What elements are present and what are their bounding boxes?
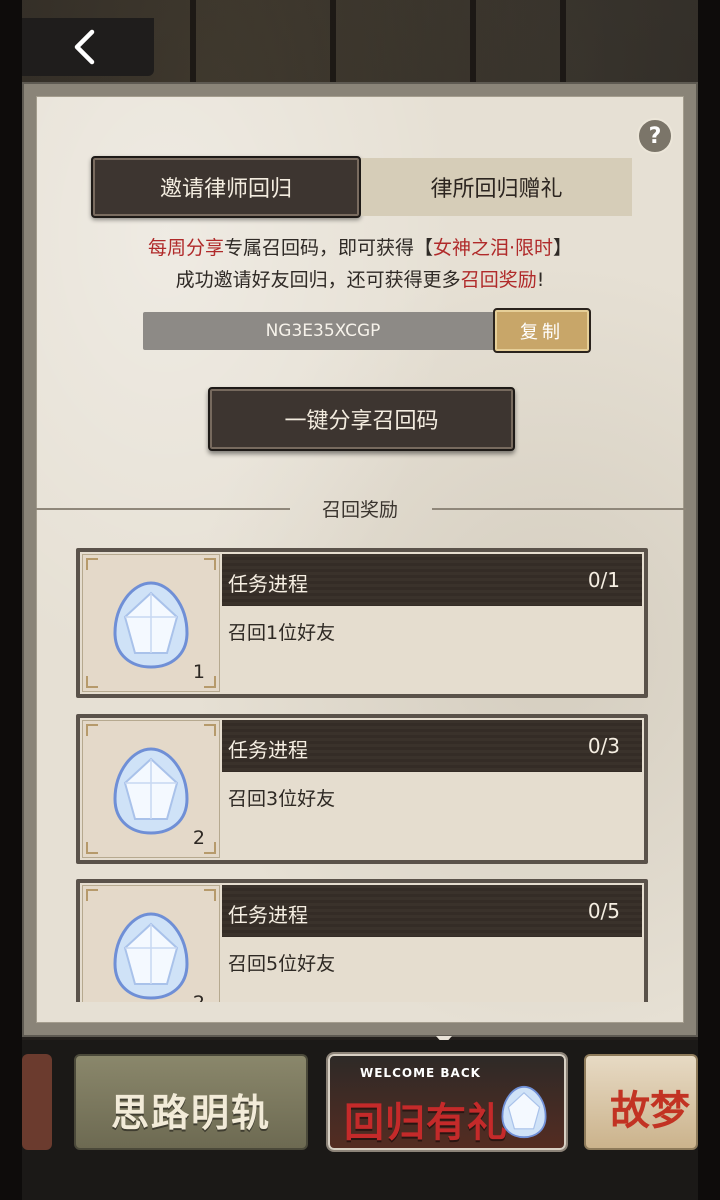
left-edge bbox=[0, 0, 22, 1200]
reward-card-header: 任务进程 0/3 bbox=[222, 720, 642, 772]
reward-card: 1 任务进程 0/1 召回1位好友 bbox=[76, 548, 648, 698]
banner-thoughts[interactable]: 思路明轨 bbox=[74, 1054, 308, 1150]
frame-corner bbox=[204, 889, 216, 901]
reward-card-body: 1 任务进程 0/1 召回1位好友 bbox=[80, 552, 644, 694]
event-carousel: 思路明轨 WELCOME BACK 回归有礼 故梦 bbox=[22, 1040, 698, 1200]
frame-corner bbox=[86, 889, 98, 901]
reward-item-slot[interactable]: 1 bbox=[82, 554, 220, 692]
frame-corner bbox=[86, 724, 98, 736]
reward-card-body: 2 任务进程 0/5 召回5位好友 bbox=[80, 883, 644, 1002]
reward-item-count: 1 bbox=[192, 661, 205, 683]
banner-welcome-back[interactable]: WELCOME BACK 回归有礼 bbox=[328, 1054, 566, 1150]
section-divider-left bbox=[36, 508, 290, 510]
help-button[interactable]: ? bbox=[637, 118, 673, 154]
background-rail bbox=[560, 0, 566, 95]
reward-item-slot[interactable]: 2 bbox=[82, 720, 220, 858]
copy-code-button[interactable]: 复制 bbox=[493, 308, 591, 353]
frame-corner bbox=[86, 676, 98, 688]
reward-card-header: 任务进程 0/1 bbox=[222, 554, 642, 606]
desc-highlight: 每周分享 bbox=[147, 237, 224, 259]
share-code-button[interactable]: 一键分享召回码 bbox=[208, 387, 515, 451]
reward-item-count: 2 bbox=[192, 827, 205, 849]
rewards-section-title: 召回奖励 bbox=[321, 499, 398, 521]
reward-card-header: 任务进程 0/5 bbox=[222, 885, 642, 937]
desc-text: 专属召回码，即可获得 bbox=[223, 237, 414, 259]
background-rail bbox=[470, 0, 476, 95]
back-button[interactable] bbox=[22, 18, 154, 76]
invite-code-field: NG3E35XCGP bbox=[143, 312, 503, 350]
rewards-list[interactable]: 1 任务进程 0/1 召回1位好友 2 任务进程 0/3 召回3位好友 任务进程… bbox=[36, 540, 686, 1002]
description-line-1: 每周分享专属召回码，即可获得【女神之泪·限时】 bbox=[40, 232, 680, 264]
task-description: 召回5位好友 bbox=[228, 953, 336, 975]
tear-gem-icon bbox=[113, 747, 189, 835]
tab-invite-lawyers[interactable]: 邀请律师回归 bbox=[91, 156, 361, 218]
progress-label: 任务进程 bbox=[228, 738, 308, 762]
frame-corner bbox=[86, 842, 98, 854]
progress-label: 任务进程 bbox=[228, 572, 308, 596]
desc-highlight: 召回奖励 bbox=[460, 269, 537, 291]
background-rail bbox=[190, 0, 196, 95]
tab-return-gifts[interactable]: 律所回归赠礼 bbox=[361, 158, 632, 216]
banner-title: 思路明轨 bbox=[110, 1090, 271, 1135]
background-rail bbox=[330, 0, 336, 95]
banner-title: 故梦 bbox=[610, 1087, 690, 1134]
desc-bracket: 】 bbox=[553, 237, 573, 259]
tear-gem-icon bbox=[501, 1085, 547, 1139]
tab-bar: 邀请律师回归 律所回归赠礼 bbox=[91, 156, 632, 218]
reward-card: 2 任务进程 0/3 召回3位好友 bbox=[76, 714, 648, 864]
desc-text: 成功邀请好友回归，还可获得更多 bbox=[175, 269, 461, 291]
frame-corner bbox=[204, 558, 216, 570]
right-edge bbox=[698, 0, 720, 1200]
progress-value: 0/5 bbox=[587, 899, 620, 923]
tear-gem-icon bbox=[113, 581, 189, 669]
section-divider-right bbox=[432, 508, 686, 510]
banner-title: 回归有礼 bbox=[344, 1099, 508, 1146]
invite-description: 每周分享专属召回码，即可获得【女神之泪·限时】 成功邀请好友回归，还可获得更多召… bbox=[40, 232, 680, 296]
frame-corner bbox=[204, 676, 216, 688]
reward-item-slot[interactable]: 2 bbox=[82, 885, 220, 1002]
desc-highlight: 女神之泪·限时 bbox=[432, 237, 554, 259]
frame-corner bbox=[204, 842, 216, 854]
banner-story[interactable]: 故梦 bbox=[584, 1054, 698, 1150]
progress-value: 0/3 bbox=[587, 734, 620, 758]
banner-subtitle: WELCOME BACK bbox=[360, 1066, 481, 1080]
progress-label: 任务进程 bbox=[228, 903, 308, 927]
chevron-left-icon bbox=[74, 29, 95, 65]
banner-partial[interactable] bbox=[22, 1054, 52, 1150]
task-description: 召回3位好友 bbox=[228, 788, 336, 810]
desc-bracket: 【 bbox=[413, 237, 433, 259]
description-line-2: 成功邀请好友回归，还可获得更多召回奖励! bbox=[40, 264, 680, 296]
tear-gem-icon bbox=[113, 912, 189, 1000]
progress-value: 0/1 bbox=[587, 568, 620, 592]
task-description: 召回1位好友 bbox=[228, 622, 336, 644]
frame-corner bbox=[204, 724, 216, 736]
reward-card: 2 任务进程 0/5 召回5位好友 bbox=[76, 879, 648, 1002]
reward-item-count: 2 bbox=[193, 992, 205, 1002]
reward-card-body: 2 任务进程 0/3 召回3位好友 bbox=[80, 718, 644, 860]
desc-text: ! bbox=[536, 269, 545, 291]
frame-corner bbox=[86, 558, 98, 570]
